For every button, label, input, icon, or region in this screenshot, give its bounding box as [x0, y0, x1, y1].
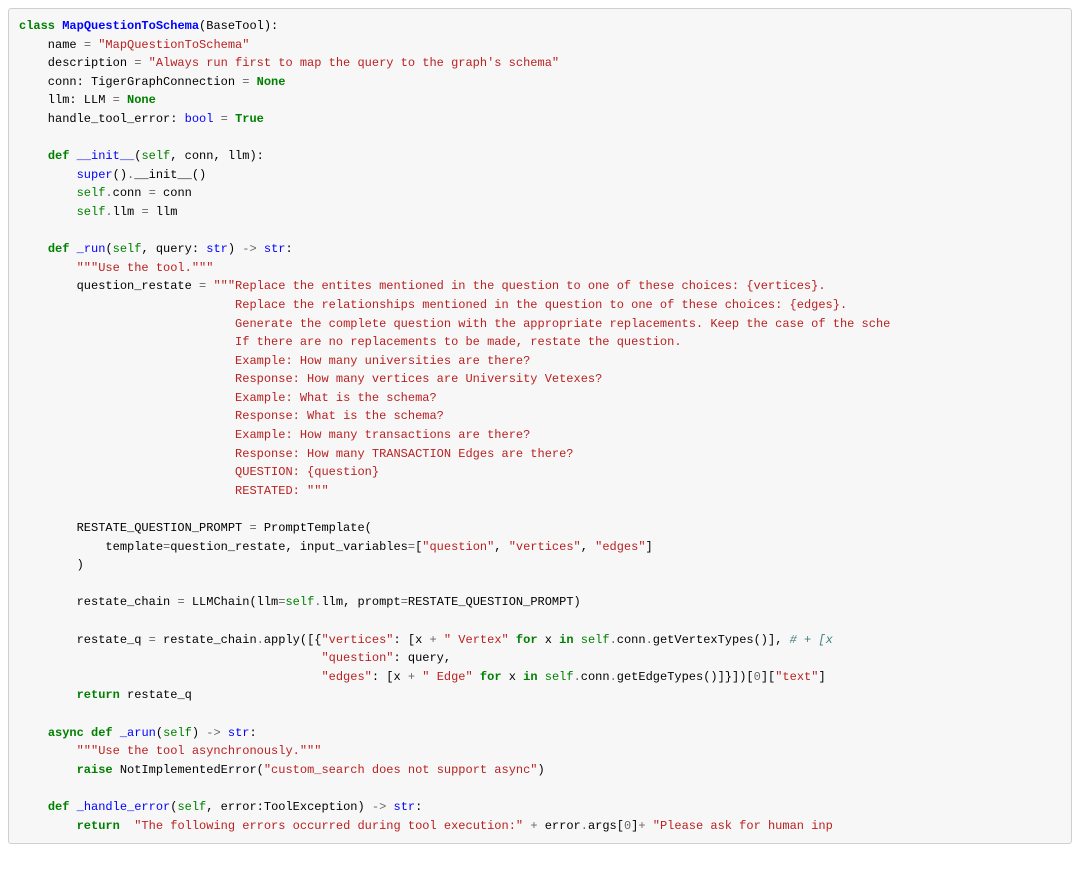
python-code: class MapQuestionToSchema(BaseTool): nam… [19, 19, 890, 833]
code-block: class MapQuestionToSchema(BaseTool): nam… [8, 8, 1072, 844]
